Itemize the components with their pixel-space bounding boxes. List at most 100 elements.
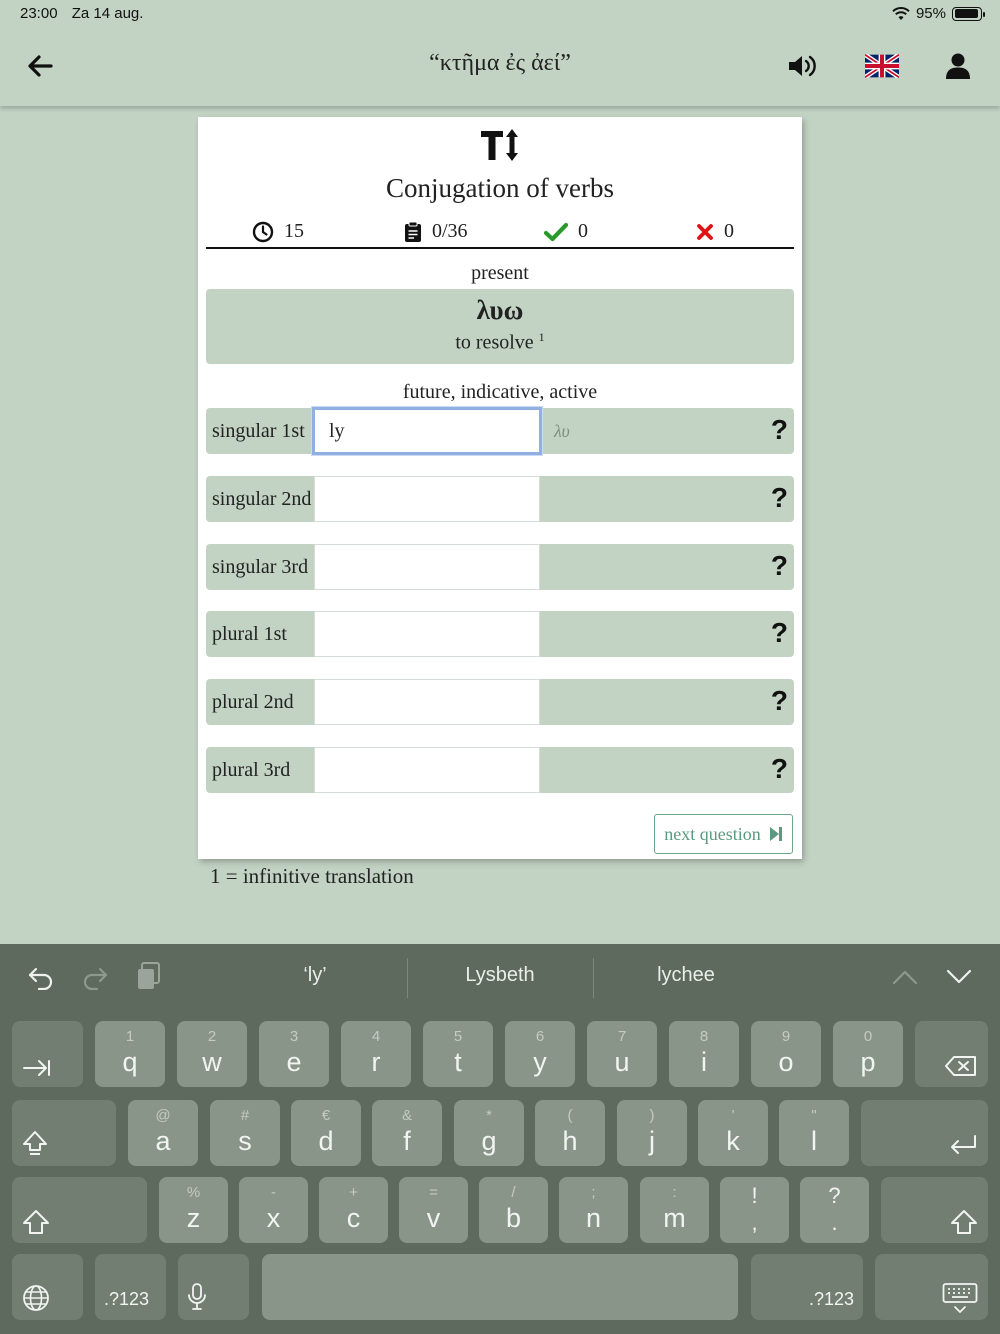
key-f[interactable]: & f	[372, 1100, 442, 1166]
conjugation-row: plural 2nd ?	[206, 679, 794, 725]
answer-input[interactable]	[314, 679, 540, 725]
key-b[interactable]: / b	[479, 1177, 548, 1243]
return-key[interactable]	[861, 1100, 988, 1166]
shift-key-left[interactable]	[12, 1177, 147, 1243]
key-a[interactable]: @ a	[128, 1100, 198, 1166]
key-g[interactable]: * g	[454, 1100, 524, 1166]
next-field-button[interactable]	[944, 962, 974, 992]
caps-lock-key[interactable]	[12, 1100, 116, 1166]
back-button[interactable]	[24, 50, 56, 82]
paste-button[interactable]	[134, 962, 164, 992]
arrow-left-icon	[28, 55, 53, 77]
suggestion[interactable]: ‘ly’	[222, 964, 408, 987]
form-label: future, indicative, active	[402, 381, 598, 403]
globe-key[interactable]	[12, 1254, 83, 1320]
previous-field-button[interactable]	[890, 962, 920, 992]
profile-button[interactable]	[940, 48, 976, 84]
suggestion[interactable]: Lysbeth	[407, 964, 593, 987]
help-button[interactable]: ?	[771, 617, 788, 649]
help-button[interactable]: ?	[771, 414, 788, 446]
answer-hint: λυ	[554, 421, 570, 441]
language-button[interactable]	[864, 48, 900, 84]
top-nav-bar: “κτῆμα ἐς ἀεί”	[0, 28, 1000, 106]
delete-key[interactable]	[915, 1021, 988, 1087]
key-j[interactable]: ) j	[617, 1100, 687, 1166]
uk-flag-icon	[865, 54, 899, 78]
font-size-button[interactable]	[478, 125, 522, 165]
answer-input[interactable]	[314, 476, 540, 522]
key-k[interactable]: ’ k	[698, 1100, 768, 1166]
key-i[interactable]: 8i	[669, 1021, 739, 1087]
help-button[interactable]: ?	[771, 685, 788, 717]
suggestion[interactable]: lychee	[593, 964, 779, 987]
tab-key[interactable]	[12, 1021, 83, 1087]
key-h[interactable]: (h	[535, 1100, 605, 1166]
caps-lock-icon	[23, 1131, 47, 1155]
exercise-card: Conjugation of verbs 15 0/36 0 0 present…	[198, 117, 802, 859]
page-title: “κτῆμα ἐς ἀεί”	[429, 50, 571, 76]
key-r[interactable]: 4r	[341, 1021, 411, 1087]
next-question-label: next question	[664, 823, 761, 844]
progress-value: 0/36	[432, 220, 468, 242]
key-o[interactable]: 9o	[751, 1021, 821, 1087]
key-period[interactable]: ?.	[800, 1177, 869, 1243]
backspace-icon	[945, 1056, 976, 1076]
footnote: 1 = infinitive translation	[210, 864, 414, 888]
key-y[interactable]: 6y	[505, 1021, 575, 1087]
key-t[interactable]: 5t	[423, 1021, 493, 1087]
key-w[interactable]: 2w	[177, 1021, 247, 1087]
cross-icon	[697, 223, 713, 240]
help-button[interactable]: ?	[771, 482, 788, 514]
key-q[interactable]: 1q	[95, 1021, 165, 1087]
key-e[interactable]: 3e	[259, 1021, 329, 1087]
speaker-icon	[789, 55, 816, 77]
key-l[interactable]: " l	[779, 1100, 849, 1166]
key-m[interactable]: :m	[640, 1177, 709, 1243]
tab-icon	[23, 1060, 50, 1076]
undo-button[interactable]	[26, 962, 56, 992]
help-button[interactable]: ?	[771, 550, 788, 582]
answer-input[interactable]	[312, 407, 542, 455]
wrong-count: 0	[724, 220, 734, 242]
on-screen-keyboard: ‘ly’ Lysbeth lychee 1q 2w 3e 4r 5t 6y 7u…	[0, 944, 1000, 1334]
exercise-title: Conjugation of verbs	[386, 173, 614, 203]
stats-bar: 15 0/36 0 0	[206, 217, 794, 249]
answer-input[interactable]	[314, 544, 540, 590]
text-size-icon	[481, 129, 518, 161]
answer-input[interactable]	[314, 747, 540, 793]
key-d[interactable]: € d	[291, 1100, 361, 1166]
key-u[interactable]: 7u	[587, 1021, 657, 1087]
key-p[interactable]: 0p	[833, 1021, 903, 1087]
redo-button[interactable]	[80, 962, 110, 992]
key-x[interactable]: -x	[239, 1177, 308, 1243]
conjugation-row: singular 2nd ?	[206, 476, 794, 522]
undo-icon	[28, 967, 53, 990]
next-question-button[interactable]: next question	[654, 814, 793, 854]
dictation-key[interactable]	[178, 1254, 249, 1320]
key-z[interactable]: % z	[159, 1177, 228, 1243]
person-label: singular 3rd	[212, 556, 309, 578]
audio-button[interactable]	[784, 48, 820, 84]
key-c[interactable]: + c	[319, 1177, 388, 1243]
tense-label: present	[471, 262, 529, 284]
conjugation-row: plural 3rd ?	[206, 747, 794, 793]
numbers-key-right[interactable]: .?123	[751, 1254, 863, 1320]
shift-icon	[23, 1210, 49, 1234]
wifi-icon	[892, 6, 910, 20]
numbers-key-left[interactable]: .?123	[95, 1254, 166, 1320]
microphone-icon	[188, 1283, 206, 1310]
verb-translation: to resolve 1	[206, 330, 794, 355]
key-s[interactable]: # s	[210, 1100, 280, 1166]
answer-input[interactable]	[314, 611, 540, 657]
key-n[interactable]: ; n	[559, 1177, 628, 1243]
key-comma[interactable]: !,	[720, 1177, 789, 1243]
space-key[interactable]	[262, 1254, 738, 1320]
hide-keyboard-key[interactable]	[875, 1254, 988, 1320]
clipboard-icon	[405, 221, 421, 242]
checkmark-icon	[544, 222, 568, 241]
key-v[interactable]: = v	[399, 1177, 468, 1243]
clock-icon	[252, 221, 274, 242]
shift-key-right[interactable]	[881, 1177, 988, 1243]
return-icon	[951, 1135, 976, 1154]
help-button[interactable]: ?	[771, 753, 788, 785]
